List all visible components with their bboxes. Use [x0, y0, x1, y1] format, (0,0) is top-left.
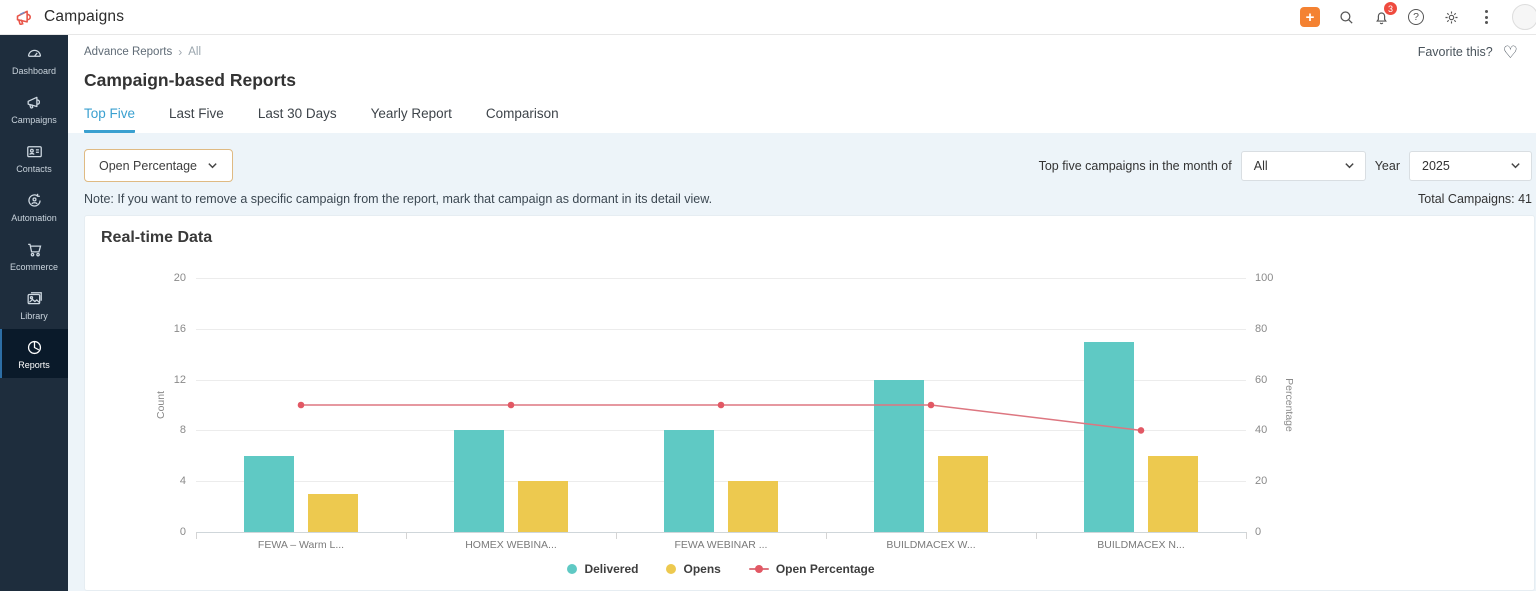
sidebar-item-ecommerce[interactable]: Ecommerce: [0, 231, 68, 280]
app-logo[interactable]: Campaigns: [14, 7, 124, 28]
favorite-this-label: Favorite this?: [1417, 45, 1493, 59]
right-axis-tick: 0: [1255, 526, 1262, 538]
reports-icon: [25, 338, 44, 357]
left-axis-tick: 20: [173, 272, 186, 284]
year-select[interactable]: 2025: [1409, 150, 1532, 181]
legend-line-icon: [748, 564, 769, 574]
legend-item-opens[interactable]: Opens: [666, 562, 721, 576]
tab-top-five[interactable]: Top Five: [84, 106, 136, 133]
tab-last-30-days[interactable]: Last 30 Days: [258, 106, 337, 133]
total-campaigns-count: Total Campaigns: 41: [1418, 192, 1532, 206]
right-axis-tick: 40: [1255, 424, 1268, 437]
page-header: Advance Reports › All Favorite this? ♡ C…: [68, 35, 1536, 133]
sidebar-item-label: Reports: [18, 359, 50, 370]
right-axis-tick: 20: [1255, 475, 1268, 488]
chevron-down-icon: [1510, 160, 1521, 171]
line-point: [717, 401, 725, 409]
legend-label: Opens: [683, 562, 721, 576]
dashboard-icon: [25, 44, 44, 63]
chart-plot-area: 0 0 4 20 8 40 12 60 16 80 20 100 FEWA – Warm L... HOM…: [85, 216, 1534, 590]
left-axis-title: Count: [155, 390, 167, 420]
more-menu-kebab-icon[interactable]: [1477, 8, 1495, 26]
legend-dot-icon: [567, 564, 578, 574]
sidebar-item-label: Contacts: [16, 163, 52, 174]
sidebar-item-label: Library: [20, 310, 48, 321]
megaphone-logo-icon: [16, 10, 31, 25]
tab-last-five[interactable]: Last Five: [169, 106, 224, 133]
sidebar-item-library[interactable]: Library: [0, 280, 68, 329]
breadcrumb: Advance Reports › All: [84, 45, 201, 59]
breadcrumb-separator: ›: [178, 45, 183, 59]
automation-icon: [25, 191, 44, 210]
line-point: [927, 401, 935, 409]
chart-legend: Delivered Opens Open Percentage: [196, 562, 1246, 576]
app-title: Campaigns: [44, 8, 125, 25]
library-icon: [25, 289, 44, 308]
left-axis-tick: 4: [179, 475, 186, 488]
ecommerce-icon: [25, 240, 44, 259]
category-tick: [1246, 532, 1247, 539]
sidebar-nav: Dashboard Campaigns Contacts Automation Ecom…: [0, 35, 68, 591]
search-icon[interactable]: [1337, 8, 1355, 26]
tab-comparison[interactable]: Comparison: [486, 106, 559, 133]
realtime-chart-card: Real-time Data 0 0 4 20 8 40 12 60 16 80 20 100 FEWA…: [84, 215, 1535, 591]
create-new-button[interactable]: +: [1300, 7, 1320, 27]
sidebar-item-automation[interactable]: Automation: [0, 182, 68, 231]
campaigns-icon: [25, 93, 44, 112]
month-filter-label: Top five campaigns in the month of: [1038, 158, 1232, 173]
legend-label: Open Percentage: [775, 562, 875, 576]
favorite-heart-icon[interactable]: ♡: [1503, 44, 1518, 61]
open-percentage-line: [297, 401, 1145, 434]
sidebar-item-contacts[interactable]: Contacts: [0, 133, 68, 182]
year-filter-label: Year: [1374, 158, 1400, 173]
report-tabs: Top Five Last Five Last 30 Days Yearly Repo…: [84, 106, 1520, 133]
legend-item-delivered[interactable]: Delivered: [567, 562, 638, 576]
chevron-down-icon: [207, 160, 218, 171]
left-axis-tick: 8: [179, 424, 186, 437]
sidebar-item-campaigns[interactable]: Campaigns: [0, 84, 68, 133]
left-axis-tick: 12: [173, 373, 186, 386]
tab-yearly-report[interactable]: Yearly Report: [371, 106, 452, 133]
sidebar-item-label: Dashboard: [11, 65, 57, 76]
right-axis-tick: 60: [1255, 373, 1268, 386]
sidebar-item-label: Automation: [11, 212, 57, 223]
chevron-down-icon: [1344, 160, 1355, 171]
line-point: [507, 401, 515, 409]
line-point: [1137, 427, 1145, 434]
legend-item-open-percentage[interactable]: Open Percentage: [748, 562, 875, 576]
user-avatar[interactable]: [1512, 4, 1536, 30]
sidebar-item-reports[interactable]: Reports: [0, 329, 68, 378]
notification-badge: 3: [1383, 1, 1398, 16]
right-axis-title: Percentage: [1283, 378, 1295, 432]
filter-bar: Open Percentage Top five campaigns in th…: [68, 133, 1536, 182]
dormant-note: Note: If you want to remove a specific c…: [84, 192, 713, 206]
right-axis-tick: 100: [1255, 272, 1274, 284]
breadcrumb-advance-reports[interactable]: Advance Reports: [84, 46, 172, 58]
legend-label: Delivered: [584, 562, 639, 576]
contacts-icon: [25, 142, 44, 161]
right-axis-tick: 80: [1255, 322, 1268, 335]
top-bar: Campaigns + 3 ?: [0, 0, 1536, 35]
legend-dot-icon: [666, 564, 677, 574]
month-select[interactable]: All: [1240, 150, 1366, 181]
help-icon[interactable]: ?: [1407, 8, 1425, 26]
left-axis-tick: 0: [179, 526, 186, 538]
sidebar-item-dashboard[interactable]: Dashboard: [0, 35, 68, 84]
bell-icon[interactable]: 3: [1372, 1, 1398, 26]
line-point: [297, 401, 305, 409]
page-title: Campaign-based Reports: [84, 70, 296, 90]
metric-dropdown-button[interactable]: Open Percentage: [84, 149, 233, 182]
sidebar-item-label: Campaigns: [11, 114, 57, 125]
main-content: Advance Reports › All Favorite this? ♡ C…: [68, 35, 1536, 591]
sidebar-item-label: Ecommerce: [9, 261, 58, 272]
left-axis-tick: 16: [173, 322, 186, 335]
breadcrumb-all: All: [188, 46, 201, 58]
gear-icon[interactable]: [1442, 8, 1460, 26]
